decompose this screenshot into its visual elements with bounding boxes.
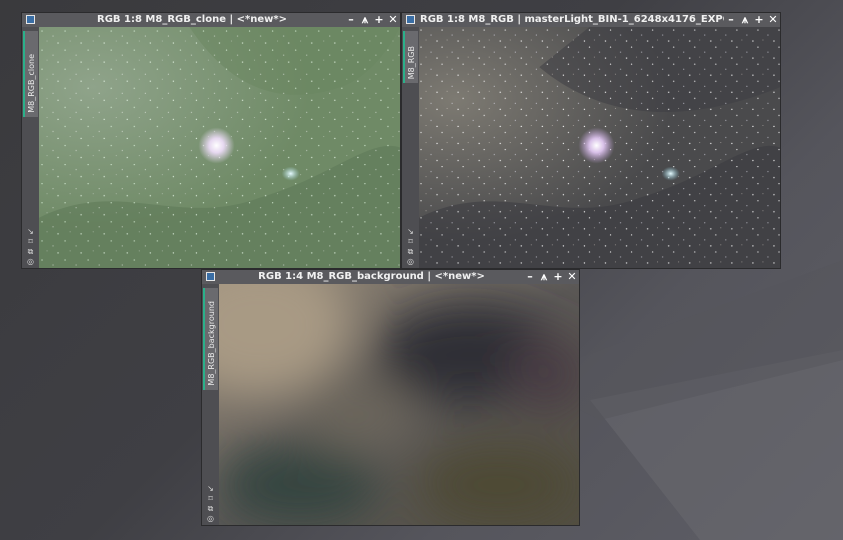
clone-icon[interactable]: ⧉ <box>208 504 214 513</box>
window-titlebar[interactable]: RGB 1:8 M8_RGB_clone | <*new*> – ⩚ + ✕ <box>22 13 400 27</box>
shade-button[interactable]: – <box>525 270 535 284</box>
maximize-button[interactable]: + <box>553 270 563 284</box>
image-window-original[interactable]: RGB 1:8 M8_RGB | masterLight_BIN-1_6248x… <box>401 12 781 269</box>
clone-icon[interactable]: ⧉ <box>28 247 34 256</box>
view-sidebar: M8_RGB_background ↘ ⌑ ⧉ ◎ <box>202 284 219 525</box>
fit-icon[interactable]: ⌑ <box>28 237 32 246</box>
maximize-button[interactable]: + <box>754 13 764 27</box>
clone-icon[interactable]: ⧉ <box>408 247 414 256</box>
fit-icon[interactable]: ⌑ <box>208 494 212 503</box>
restore-button[interactable]: ⩚ <box>539 270 549 284</box>
view-tab[interactable]: M8_RGB_background <box>203 288 218 390</box>
restore-button[interactable]: ⩚ <box>360 13 370 27</box>
image-viewport[interactable] <box>39 27 400 268</box>
view-tab-label: M8_RGB <box>407 45 416 79</box>
shade-button[interactable]: – <box>726 13 736 27</box>
close-button[interactable]: ✕ <box>768 13 778 27</box>
window-title: RGB 1:8 M8_RGB_clone | <*new*> <box>97 14 287 25</box>
window-titlebar[interactable]: RGB 1:8 M8_RGB | masterLight_BIN-1_6248x… <box>402 13 780 27</box>
target-icon[interactable]: ◎ <box>407 257 414 266</box>
shade-button[interactable]: – <box>346 13 356 27</box>
zoom-icon[interactable]: ↘ <box>207 484 214 493</box>
astro-image-neutral <box>419 27 780 268</box>
image-window-clone[interactable]: RGB 1:8 M8_RGB_clone | <*new*> – ⩚ + ✕ M… <box>21 12 401 269</box>
image-window-background[interactable]: RGB 1:4 M8_RGB_background | <*new*> – ⩚ … <box>201 269 580 526</box>
astro-image-green <box>39 27 400 268</box>
view-tab-label: M8_RGB_background <box>207 301 216 386</box>
image-viewport[interactable] <box>419 27 780 268</box>
window-menu-icon[interactable] <box>26 15 35 24</box>
maximize-button[interactable]: + <box>374 13 384 27</box>
background-model-image <box>219 284 579 525</box>
image-viewport[interactable] <box>219 284 579 525</box>
view-tab[interactable]: M8_RGB <box>403 31 418 83</box>
close-button[interactable]: ✕ <box>567 270 577 284</box>
view-sidebar: M8_RGB_clone ↘ ⌑ ⧉ ◎ <box>22 27 39 268</box>
window-menu-icon[interactable] <box>206 272 215 281</box>
view-tab[interactable]: M8_RGB_clone <box>23 31 38 117</box>
view-sidebar: M8_RGB ↘ ⌑ ⧉ ◎ <box>402 27 419 268</box>
window-title: RGB 1:8 M8_RGB | masterLight_BIN-1_6248x… <box>420 14 724 25</box>
zoom-icon[interactable]: ↘ <box>27 227 34 236</box>
restore-button[interactable]: ⩚ <box>740 13 750 27</box>
target-icon[interactable]: ◎ <box>207 514 214 523</box>
window-title: RGB 1:4 M8_RGB_background | <*new*> <box>258 271 485 282</box>
zoom-icon[interactable]: ↘ <box>407 227 414 236</box>
window-menu-icon[interactable] <box>406 15 415 24</box>
window-titlebar[interactable]: RGB 1:4 M8_RGB_background | <*new*> – ⩚ … <box>202 270 579 284</box>
target-icon[interactable]: ◎ <box>27 257 34 266</box>
close-button[interactable]: ✕ <box>388 13 398 27</box>
fit-icon[interactable]: ⌑ <box>408 237 412 246</box>
view-tab-label: M8_RGB_clone <box>27 54 36 113</box>
